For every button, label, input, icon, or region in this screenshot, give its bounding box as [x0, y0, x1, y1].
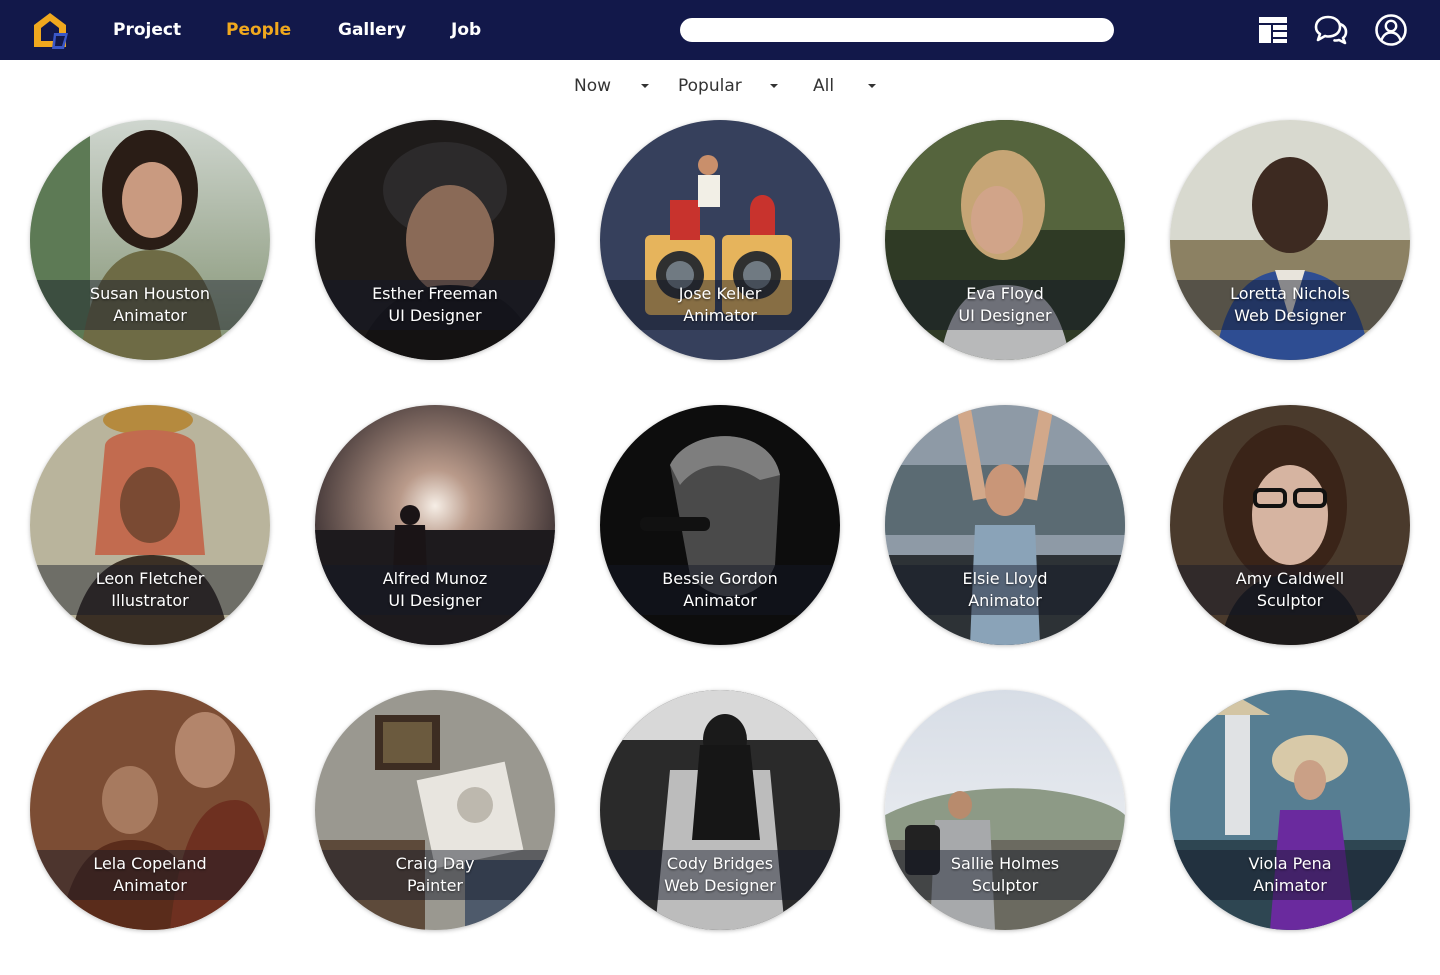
caret-down-icon	[770, 84, 778, 88]
person-caption: Cody Bridges Web Designer	[600, 850, 840, 900]
person-card[interactable]: Elsie Lloyd Animator	[885, 405, 1125, 645]
person-role: Animator	[113, 876, 187, 895]
person-role: Animator	[968, 591, 1042, 610]
top-navbar: Project People Gallery Job	[0, 0, 1440, 60]
person-caption: Sallie Holmes Sculptor	[885, 850, 1125, 900]
person-role: Sculptor	[1256, 591, 1324, 610]
sort-filter-dropdown[interactable]: Popular	[678, 72, 783, 100]
person-name: Bessie Gordon	[662, 569, 778, 588]
person-card[interactable]: Loretta Nichols Web Designer	[1170, 120, 1410, 360]
person-card[interactable]: Sallie Holmes Sculptor	[885, 690, 1125, 930]
person-card[interactable]: Viola Pena Animator	[1170, 690, 1410, 930]
person-caption: Amy Caldwell Sculptor	[1170, 565, 1410, 615]
person-caption: Esther Freeman UI Designer	[315, 280, 555, 330]
sort-filter-label: Popular	[678, 76, 742, 96]
person-name: Sallie Holmes	[950, 854, 1060, 873]
person-card[interactable]: Lela Copeland Animator	[30, 690, 270, 930]
person-role: UI Designer	[388, 306, 482, 325]
person-card[interactable]: Bessie Gordon Animator	[600, 405, 840, 645]
nav-link-job[interactable]: Job	[451, 19, 481, 41]
person-caption: Viola Pena Animator	[1170, 850, 1410, 900]
person-role: Web Designer	[1234, 306, 1346, 325]
person-card[interactable]: Susan Houston Animator	[30, 120, 270, 360]
nav-link-project[interactable]: Project	[113, 19, 181, 41]
person-caption: Jose Keller Animator	[600, 280, 840, 330]
person-name: Amy Caldwell	[1235, 569, 1345, 588]
person-role: Sculptor	[971, 876, 1039, 895]
person-caption: Leon Fletcher Illustrator	[30, 565, 270, 615]
person-caption: Alfred Munoz UI Designer	[315, 565, 555, 615]
house-logo-icon[interactable]	[30, 11, 70, 51]
person-name: Lela Copeland	[93, 854, 207, 873]
person-name: Alfred Munoz	[382, 569, 488, 588]
person-name: Craig Day	[395, 854, 475, 873]
nav-link-people[interactable]: People	[226, 19, 291, 41]
person-role: UI Designer	[388, 591, 482, 610]
person-card[interactable]: Jose Keller Animator	[600, 120, 840, 360]
people-grid: Susan Houston Animator Esther Freeman UI…	[30, 120, 1410, 930]
chat-icon[interactable]	[1314, 13, 1348, 47]
time-filter-dropdown[interactable]: Now	[574, 72, 654, 100]
caret-down-icon	[641, 84, 649, 88]
person-name: Susan Houston	[89, 284, 211, 303]
person-card[interactable]: Eva Floyd UI Designer	[885, 120, 1125, 360]
person-role: Animator	[683, 306, 757, 325]
person-caption: Loretta Nichols Web Designer	[1170, 280, 1410, 330]
user-icon[interactable]	[1374, 13, 1408, 47]
person-name: Cody Bridges	[666, 854, 774, 873]
search-input[interactable]	[680, 18, 1114, 42]
person-caption: Craig Day Painter	[315, 850, 555, 900]
person-name: Eva Floyd	[966, 284, 1044, 303]
person-role: Animator	[1253, 876, 1327, 895]
person-caption: Eva Floyd UI Designer	[885, 280, 1125, 330]
person-role: Web Designer	[664, 876, 776, 895]
person-role: Animator	[113, 306, 187, 325]
person-name: Loretta Nichols	[1230, 284, 1350, 303]
person-role: Illustrator	[111, 591, 189, 610]
time-filter-label: Now	[574, 76, 612, 96]
person-name: Elsie Lloyd	[962, 569, 1048, 588]
person-role: UI Designer	[958, 306, 1052, 325]
person-role: Painter	[406, 876, 463, 895]
person-card[interactable]: Esther Freeman UI Designer	[315, 120, 555, 360]
nav-link-gallery[interactable]: Gallery	[338, 19, 406, 41]
person-name: Jose Keller	[678, 284, 762, 303]
person-card[interactable]: Amy Caldwell Sculptor	[1170, 405, 1410, 645]
person-name: Leon Fletcher	[95, 569, 205, 588]
person-role: Animator	[683, 591, 757, 610]
layout-icon[interactable]	[1256, 13, 1290, 47]
person-card[interactable]: Alfred Munoz UI Designer	[315, 405, 555, 645]
person-caption: Susan Houston Animator	[30, 280, 270, 330]
category-filter-dropdown[interactable]: All	[813, 72, 881, 100]
person-name: Viola Pena	[1248, 854, 1332, 873]
person-caption: Elsie Lloyd Animator	[885, 565, 1125, 615]
person-caption: Bessie Gordon Animator	[600, 565, 840, 615]
caret-down-icon	[868, 84, 876, 88]
person-card[interactable]: Leon Fletcher Illustrator	[30, 405, 270, 645]
person-card[interactable]: Craig Day Painter	[315, 690, 555, 930]
person-card[interactable]: Cody Bridges Web Designer	[600, 690, 840, 930]
category-filter-label: All	[813, 76, 835, 96]
person-caption: Lela Copeland Animator	[30, 850, 270, 900]
person-name: Esther Freeman	[372, 284, 498, 303]
